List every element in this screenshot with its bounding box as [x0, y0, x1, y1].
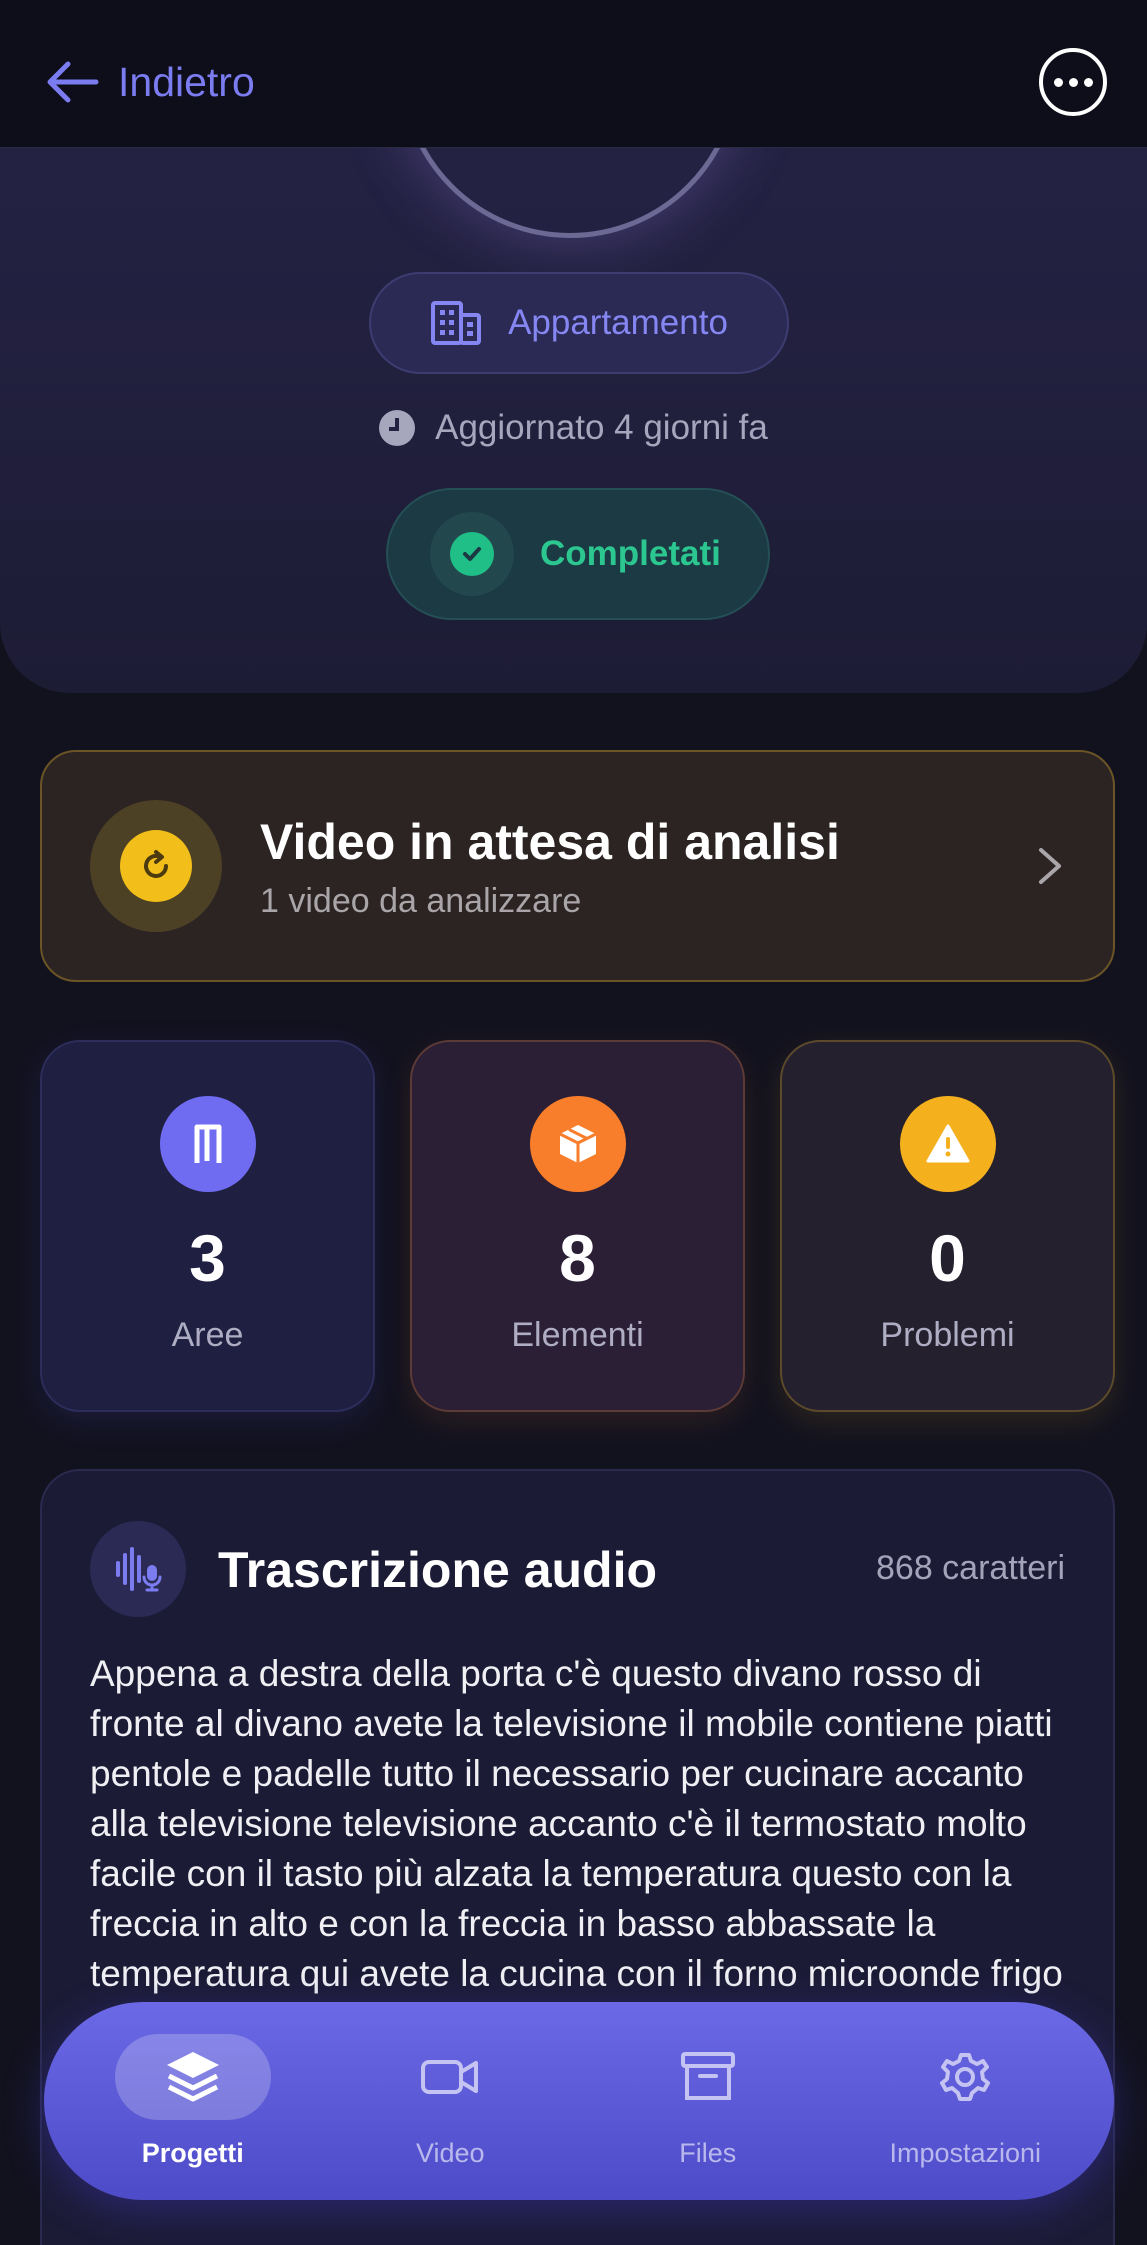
stat-card-problemi[interactable]: 0 Problemi: [780, 1040, 1115, 1412]
nav-label: Impostazioni: [889, 2137, 1042, 2168]
project-type-label: Appartamento: [508, 303, 728, 342]
nav-label: Files: [679, 2137, 737, 2168]
back-button[interactable]: Indietro: [44, 56, 255, 108]
stat-value: 8: [559, 1221, 596, 1295]
stat-value: 3: [189, 1221, 226, 1295]
project-header-card: Appartamento Aggiornato 4 giorni fa Comp…: [0, 148, 1147, 693]
pending-text: Video in attesa di analisi 1 video da an…: [260, 812, 1035, 921]
nav-icon-wrap: [372, 2034, 528, 2120]
nav-icon-wrap: [630, 2034, 786, 2120]
ellipsis-dot: [1083, 77, 1093, 87]
audio-waveform-mic-icon: [90, 1521, 186, 1617]
transcription-text: Appena a destra della porta c'è questo d…: [90, 1653, 1063, 2044]
transcription-char-count: 868 caratteri: [876, 1549, 1065, 1587]
status-label: Completati: [540, 534, 721, 573]
warning-icon: [899, 1096, 996, 1192]
stat-card-aree[interactable]: 3 Aree: [40, 1040, 375, 1412]
stat-value: 0: [929, 1221, 966, 1295]
pending-title: Video in attesa di analisi: [260, 813, 840, 870]
arrow-left-icon: [47, 61, 99, 103]
video-camera-icon: [421, 2059, 479, 2094]
refresh-icon: [120, 830, 192, 902]
bottom-navigation: Progetti Video Files Impostazioni: [44, 2002, 1114, 2200]
stat-label: Aree: [171, 1316, 244, 1354]
stat-label: Elementi: [511, 1316, 644, 1354]
box-icon: [529, 1096, 626, 1192]
ellipsis-circle-icon: [1053, 77, 1063, 87]
pending-icon-wrap: [90, 800, 222, 932]
chevron-right-icon: [1039, 848, 1061, 884]
layers-icon: [166, 2051, 219, 2101]
building-icon: [431, 301, 482, 345]
updated-info: Aggiornato 4 giorni fa: [0, 403, 1147, 453]
ellipsis-dot: [1068, 77, 1078, 87]
nav-icon-wrap: [887, 2034, 1043, 2120]
pending-subtitle: 1 video da analizzare: [260, 881, 582, 920]
project-avatar: [400, 148, 740, 238]
nav-label: Video: [415, 2137, 485, 2168]
back-label: Indietro: [118, 58, 255, 105]
transcription-title: Trascrizione audio: [218, 1542, 658, 1598]
nav-icon-wrap: [114, 2033, 271, 2120]
nav-label: Progetti: [141, 2137, 244, 2168]
archive-box-icon: [680, 2051, 735, 2100]
nav-item-progetti[interactable]: Progetti: [78, 2021, 308, 2181]
more-options-button[interactable]: [1039, 48, 1107, 116]
gear-icon: [940, 2052, 991, 2101]
door-icon: [159, 1096, 256, 1192]
stat-label: Problemi: [880, 1316, 1015, 1354]
nav-item-video[interactable]: Video: [335, 2021, 565, 2181]
nav-item-impostazioni[interactable]: Impostazioni: [850, 2021, 1080, 2181]
clock-icon: [379, 410, 416, 446]
project-type-badge: Appartamento: [369, 272, 789, 374]
top-bar: Indietro: [0, 0, 1147, 148]
pending-video-banner[interactable]: Video in attesa di analisi 1 video da an…: [40, 750, 1115, 982]
updated-label: Aggiornato 4 giorni fa: [435, 408, 768, 447]
nav-item-files[interactable]: Files: [593, 2021, 823, 2181]
check-circle-icon: [450, 532, 494, 576]
status-icon-wrap: [430, 512, 514, 596]
status-badge: Completati: [386, 488, 770, 620]
stat-card-elementi[interactable]: 8 Elementi: [410, 1040, 745, 1412]
